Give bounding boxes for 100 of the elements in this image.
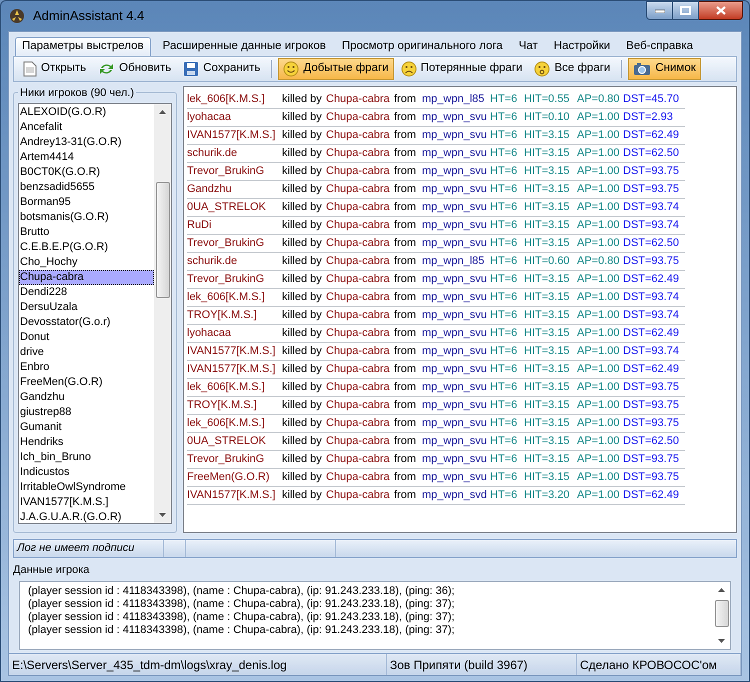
player-item[interactable]: botsmanis(G.O.R) — [19, 210, 154, 225]
toolbar-button[interactable]: Открыть — [18, 58, 92, 80]
hit-stat: HIT=3.15 — [524, 290, 571, 306]
toolbar-button[interactable]: Все фраги — [529, 58, 616, 80]
player-item[interactable]: FreeMen(G.O.R) — [19, 375, 154, 390]
hit-stat: AP=1.00 — [577, 362, 621, 378]
victim-name: IVAN1577[K.M.S.] — [187, 362, 276, 378]
player-item[interactable]: giustrep88 — [19, 405, 154, 420]
weapon-name: mp_wpn_svu — [422, 146, 488, 162]
weapon-name: mp_wpn_svu — [422, 434, 488, 450]
hit-stat: HT=6 — [490, 470, 518, 486]
player-item[interactable]: Andrey13-31(G.O.R) — [19, 135, 154, 150]
log-verb: killed by — [282, 110, 323, 126]
toolbar-button[interactable]: Добытые фраги — [278, 58, 394, 80]
scroll-thumb[interactable] — [156, 182, 170, 298]
player-item[interactable]: Cho_Hochy — [19, 255, 154, 270]
player-item[interactable]: benzsadid5655 — [19, 180, 154, 195]
toolbar-button[interactable]: Потерянные фраги — [396, 58, 528, 80]
player-item[interactable]: IrritableOwlSyndrome — [19, 480, 154, 495]
hit-stat: AP=1.00 — [577, 164, 621, 180]
hit-stat: HT=6 — [490, 254, 518, 270]
player-item[interactable]: C.E.B.E.P(G.O.R) — [19, 240, 154, 255]
hit-stat: AP=1.00 — [577, 470, 621, 486]
log-verb: killed by — [282, 254, 323, 270]
tab[interactable]: Параметры выстрелов — [15, 37, 151, 56]
scroll-thumb[interactable] — [714, 600, 728, 626]
scroll-down-icon — [159, 513, 166, 517]
distance-stat: DST=62.49 — [623, 128, 680, 144]
victim-name: IVAN1577[K.M.S.] — [187, 488, 276, 504]
hit-stat: HT=6 — [490, 416, 518, 432]
killer-name: Chupa-cabra — [326, 128, 391, 144]
hit-stat: AP=1.00 — [577, 308, 621, 324]
log-verb: from — [394, 470, 417, 486]
killer-name: Chupa-cabra — [326, 254, 391, 270]
hit-stat: AP=1.00 — [577, 200, 621, 216]
weapon-name: mp_wpn_l85 — [422, 92, 486, 108]
hit-stat: AP=1.00 — [577, 398, 621, 414]
hit-stat: AP=1.00 — [577, 290, 621, 306]
maximize-button[interactable] — [673, 1, 699, 20]
distance-stat: DST=93.74 — [623, 308, 680, 324]
weapon-name: mp_wpn_svu — [422, 218, 488, 234]
victim-name: lek_606[K.M.S.] — [187, 92, 266, 108]
player-item[interactable]: Ancefalit — [19, 120, 154, 135]
close-button[interactable] — [699, 1, 743, 20]
player-item[interactable]: Indicustos — [19, 465, 154, 480]
player-data-title: Данные игрока — [13, 563, 90, 578]
killer-name: Chupa-cabra — [326, 470, 391, 486]
player-item[interactable]: Chupa-cabra — [19, 270, 154, 285]
log-verb: killed by — [282, 128, 323, 144]
hit-stat: AP=1.00 — [577, 452, 621, 468]
hit-stat: HIT=3.15 — [524, 200, 571, 216]
hit-stat: HIT=3.20 — [524, 488, 571, 504]
hit-stat: HIT=3.15 — [524, 380, 571, 396]
player-item[interactable]: J.A.G.U.A.R.(G.O.R) — [19, 510, 154, 523]
player-item[interactable]: Devosstator(G.o.r) — [19, 315, 154, 330]
player-item[interactable]: Donut — [19, 330, 154, 345]
player-item[interactable]: Gumanit — [19, 420, 154, 435]
camera-icon — [633, 62, 652, 76]
distance-stat: DST=62.49 — [623, 272, 680, 288]
hit-stat: HT=6 — [490, 146, 518, 162]
hit-stat: HIT=0.10 — [524, 110, 571, 126]
tab[interactable]: Чат — [512, 37, 544, 56]
minimize-button[interactable] — [646, 1, 673, 20]
killer-name: Chupa-cabra — [326, 218, 391, 234]
toolbar-button[interactable]: Обновить — [93, 58, 176, 80]
player-item[interactable]: IVAN1577[K.M.S.] — [19, 495, 154, 510]
tab[interactable]: Веб-справка — [620, 37, 700, 56]
victim-name: Trevor_BrukinG — [187, 452, 266, 468]
victim-name: lek_606[K.M.S.] — [187, 380, 266, 396]
player-item[interactable]: Ich_bin_Bruno — [19, 450, 154, 465]
toolbar-button[interactable]: Сохранить — [178, 58, 266, 80]
killer-name: Chupa-cabra — [326, 416, 391, 432]
hit-stat: HT=6 — [490, 488, 518, 504]
player-item[interactable]: Hendriks — [19, 435, 154, 450]
player-item[interactable]: drive — [19, 345, 154, 360]
tab[interactable]: Просмотр оригинального лога — [336, 37, 509, 56]
log-verb: killed by — [282, 182, 323, 198]
log-verb: from — [394, 344, 417, 360]
tab[interactable]: Настройки — [548, 37, 616, 56]
killer-name: Chupa-cabra — [326, 200, 391, 216]
log-verb: from — [394, 236, 417, 252]
toolbar-button[interactable]: Снимок — [628, 58, 701, 80]
distance-stat: DST=93.75 — [623, 398, 680, 414]
scrollbar[interactable] — [154, 104, 171, 523]
player-item[interactable]: Borman95 — [19, 195, 154, 210]
player-item[interactable]: ALEXOID(G.O.R) — [19, 105, 154, 120]
player-item[interactable]: Enbro — [19, 360, 154, 375]
hit-stat: HT=6 — [490, 110, 518, 126]
hit-stat: AP=1.00 — [577, 488, 621, 504]
player-item[interactable]: B0CT0K(G.O.R) — [19, 165, 154, 180]
distance-stat: DST=62.50 — [623, 236, 680, 252]
killer-name: Chupa-cabra — [326, 164, 391, 180]
player-session-line: (player session id : 4118343398), (name : Chupa-cabra), (ip: 91.243.233.18), (ping: 37); — [28, 624, 456, 636]
log-verb: killed by — [282, 434, 323, 450]
player-item[interactable]: Artem4414 — [19, 150, 154, 165]
player-item[interactable]: Gandzhu — [19, 390, 154, 405]
player-item[interactable]: Dendi228 — [19, 285, 154, 300]
player-item[interactable]: Brutto — [19, 225, 154, 240]
player-item[interactable]: DersuUzala — [19, 300, 154, 315]
tab[interactable]: Расширенные данные игроков — [156, 37, 332, 56]
